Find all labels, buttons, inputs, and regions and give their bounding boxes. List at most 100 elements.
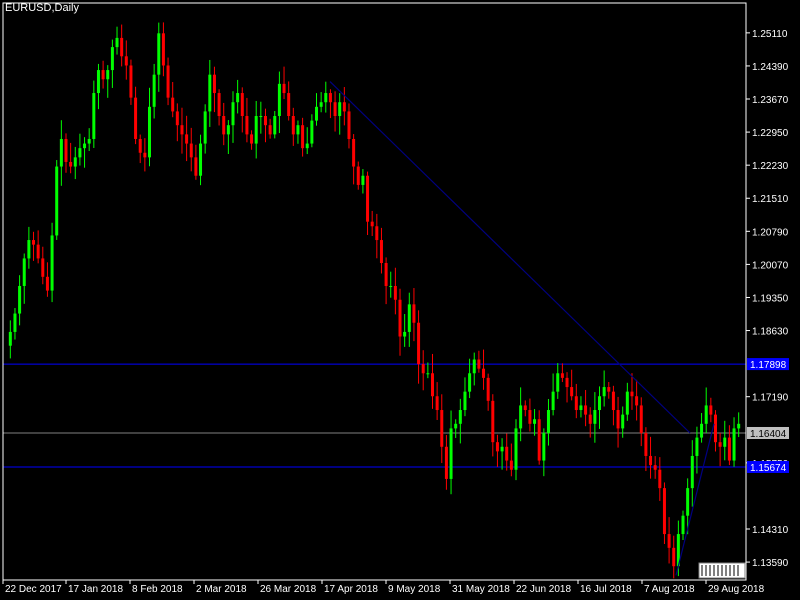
y-tick-label: 1.23670: [752, 95, 789, 106]
candle-body: [602, 387, 606, 397]
candle: [537, 410, 541, 465]
candle-body: [616, 410, 620, 429]
candle: [560, 363, 564, 383]
x-tick-label: 26 Mar 2018: [260, 584, 317, 595]
candle: [426, 362, 430, 379]
candle: [458, 398, 462, 444]
candle-body: [287, 93, 291, 117]
candle: [472, 352, 476, 386]
y-tick-label: 1.14310: [752, 525, 789, 536]
candle: [250, 130, 254, 150]
candle-body: [403, 331, 407, 337]
candle-body: [194, 157, 198, 176]
candle: [630, 373, 634, 410]
candle-body: [231, 102, 235, 126]
candle-body: [180, 125, 184, 135]
x-tick-label: 22 Jun 2018: [516, 584, 571, 595]
candle: [59, 120, 63, 186]
candle-body: [723, 437, 727, 447]
candle-body: [672, 547, 676, 567]
candle-body: [421, 364, 425, 374]
y-tick-label: 1.24390: [752, 62, 789, 73]
candle-body: [185, 134, 189, 144]
candle: [347, 103, 351, 149]
candle: [245, 97, 249, 143]
candle: [454, 419, 458, 439]
candle: [704, 387, 708, 434]
trendline-down: [329, 81, 691, 434]
candle-body: [73, 157, 77, 167]
candle: [338, 93, 342, 135]
x-tick-label: 29 Aug 2018: [708, 584, 765, 595]
candle-body: [630, 391, 634, 397]
candle: [556, 363, 560, 399]
candle-body: [570, 387, 574, 397]
candle-body: [254, 116, 258, 144]
candle: [305, 127, 309, 155]
candle-body: [212, 74, 216, 94]
candle: [407, 292, 411, 347]
candle-body: [120, 37, 124, 57]
x-tick-label: 31 May 2018: [452, 584, 510, 595]
candle: [542, 428, 546, 477]
candle: [435, 382, 439, 420]
candle: [8, 320, 12, 359]
trendlines: [329, 81, 715, 576]
candle: [523, 400, 527, 417]
candle: [315, 93, 319, 126]
candle-body: [18, 285, 22, 314]
candle-body: [486, 377, 490, 401]
candle: [449, 410, 453, 495]
candle: [328, 89, 332, 119]
candle-body: [449, 428, 453, 479]
candle-body: [505, 446, 509, 461]
trendline-up: [675, 423, 715, 576]
candle: [570, 369, 574, 401]
candle: [166, 57, 170, 106]
candle-body: [537, 419, 541, 461]
candle-body: [310, 120, 314, 144]
candle-body: [454, 423, 458, 429]
candle: [124, 40, 128, 80]
candle-body: [50, 235, 54, 291]
candle-body: [356, 166, 360, 185]
x-tick-label: 9 May 2018: [388, 584, 441, 595]
candle-body: [319, 102, 323, 107]
candle: [254, 100, 258, 159]
candle-body: [426, 373, 430, 375]
candle: [36, 230, 40, 264]
one-click-trading-badge[interactable]: [698, 562, 746, 579]
candle-body: [500, 446, 504, 452]
candle: [287, 81, 291, 121]
candle-body: [546, 410, 550, 433]
candle-body: [444, 446, 448, 479]
candle: [417, 310, 421, 384]
candle-body: [440, 410, 444, 447]
candle-body: [551, 391, 555, 411]
candle-body: [208, 74, 212, 112]
candle: [115, 26, 119, 55]
candle: [370, 210, 374, 237]
candle-body: [495, 442, 499, 452]
candle: [477, 350, 481, 373]
candlestick-chart[interactable]: 1.25110 1.24390 1.23670 1.22950 1.22230 1.215…: [0, 0, 800, 600]
candle-body: [690, 455, 694, 489]
candle-body: [96, 70, 100, 94]
candle: [212, 66, 216, 113]
candle: [41, 246, 45, 285]
candle-body: [607, 387, 611, 392]
candle-body: [519, 405, 523, 429]
candle-body: [639, 405, 643, 433]
candle: [342, 87, 346, 126]
candle-body: [695, 437, 699, 456]
candle: [83, 137, 87, 168]
candle: [129, 59, 133, 105]
level-price-label: 1.17898: [750, 360, 787, 371]
candle-body: [727, 437, 731, 461]
candle: [658, 457, 662, 501]
candle: [231, 91, 235, 143]
candle: [101, 60, 105, 89]
y-tick-label: 1.21510: [752, 194, 789, 205]
candle: [565, 372, 569, 403]
candle-body: [8, 331, 12, 346]
